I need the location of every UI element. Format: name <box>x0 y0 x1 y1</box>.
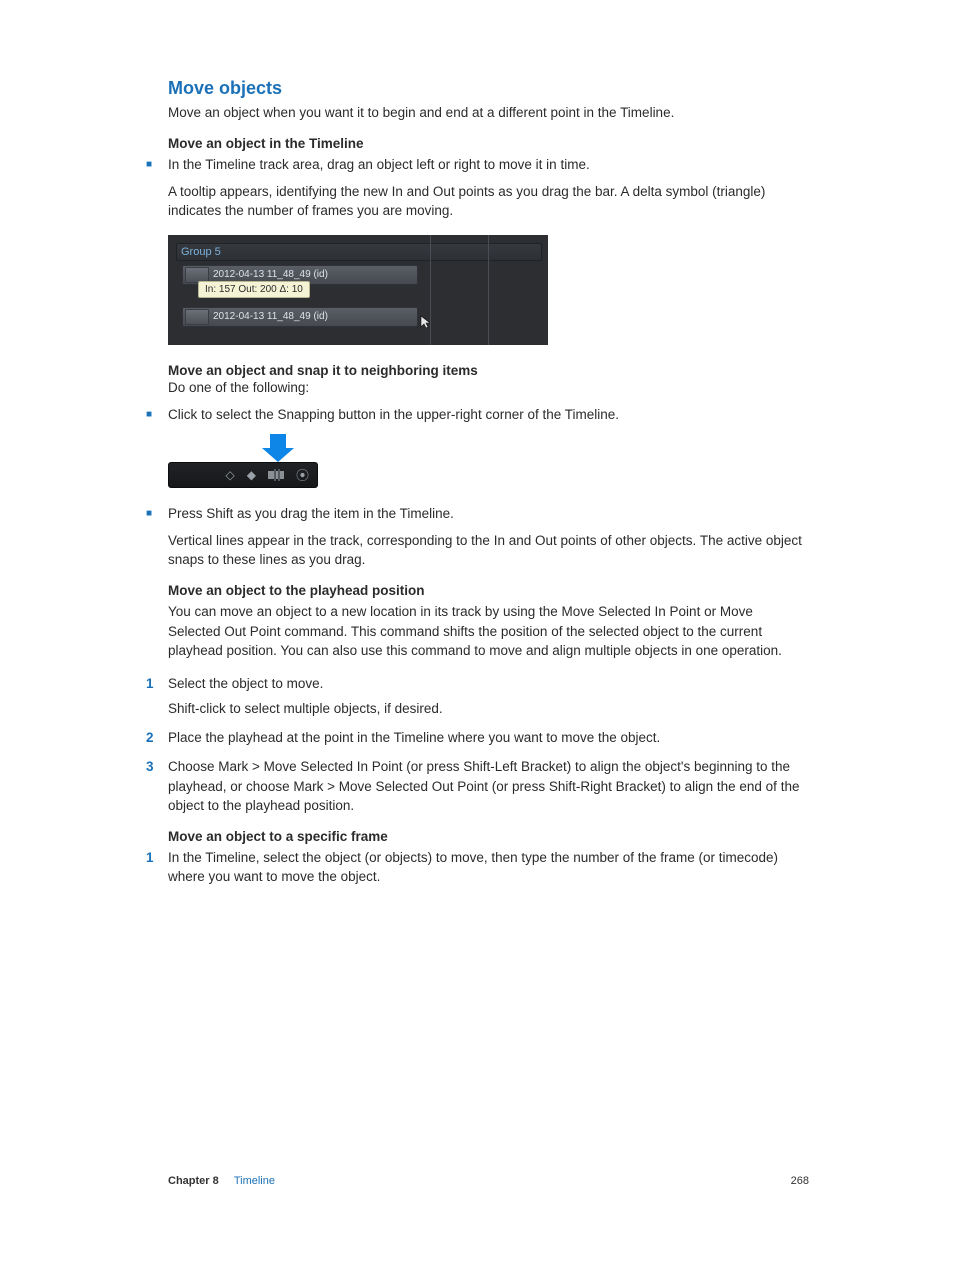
clip-label: 2012-04-13 11_48_49 (id) <box>213 311 328 322</box>
step-item: 1 In the Timeline, select the object (or… <box>168 848 809 886</box>
grid-line <box>430 235 431 345</box>
figure-snapping-button: ◇ ◆ ⦿ <box>168 434 318 488</box>
step-text: Choose Mark > Move Selected In Point (or… <box>168 757 809 814</box>
snapping-button-icon <box>268 471 284 479</box>
paragraph: You can move an object to a new location… <box>168 602 809 659</box>
keyframe-diamond-icon: ◆ <box>247 468 256 482</box>
subhead-playhead: Move an object to the playhead position <box>168 583 809 598</box>
subhead-specific-frame: Move an object to a specific frame <box>168 829 809 844</box>
lead-text: Do one of the following: <box>168 378 809 397</box>
bullet-text: Click to select the Snapping button in t… <box>168 405 619 424</box>
chapter-label: Chapter 8 <box>168 1175 219 1187</box>
timeline-toolbar: ◇ ◆ ⦿ <box>168 462 318 488</box>
subhead-move-in-timeline: Move an object in the Timeline <box>168 136 809 151</box>
page-footer: Chapter 8 Timeline 268 <box>168 1175 809 1187</box>
page-number: 268 <box>791 1175 809 1187</box>
clip-label: 2012-04-13 11_48_49 (id) <box>213 269 328 280</box>
step-text: Select the object to move. <box>168 674 323 693</box>
grid-line <box>488 235 489 345</box>
drag-tooltip: In: 157 Out: 200 Δ: 10 <box>198 281 310 298</box>
section-title: Move objects <box>168 78 809 99</box>
step-item: 3 Choose Mark > Move Selected In Point (… <box>168 757 809 814</box>
intro-paragraph: Move an object when you want it to begin… <box>168 103 809 122</box>
page: Move objects Move an object when you wan… <box>0 0 954 1265</box>
step-number: 1 <box>146 848 168 867</box>
bullet-text: In the Timeline track area, drag an obje… <box>168 155 590 174</box>
clip-thumbnail-icon <box>185 309 209 325</box>
subhead-snap: Move an object and snap it to neighborin… <box>168 363 809 378</box>
bullet-item: ■ Press Shift as you drag the item in th… <box>168 504 809 523</box>
step-text: Place the playhead at the point in the T… <box>168 728 660 747</box>
paragraph: A tooltip appears, identifying the new I… <box>168 182 809 220</box>
step-text: In the Timeline, select the object (or o… <box>168 848 809 886</box>
bullet-icon: ■ <box>146 405 168 424</box>
figure-timeline-drag: Group 5 2012-04-13 11_48_49 (id) In: 157… <box>168 235 548 345</box>
footer-left: Chapter 8 Timeline <box>168 1175 275 1187</box>
timeline-clip: 2012-04-13 11_48_49 (id) <box>182 307 418 327</box>
zoom-icon: ⦿ <box>296 465 309 484</box>
step-number: 3 <box>146 757 168 776</box>
keyframe-diamond-icon: ◇ <box>226 468 235 482</box>
step-item: 2 Place the playhead at the point in the… <box>168 728 809 747</box>
arrow-down-icon <box>260 434 296 462</box>
step-item: 1 Select the object to move. <box>168 674 809 693</box>
bullet-text: Press Shift as you drag the item in the … <box>168 504 454 523</box>
bullet-item: ■ Click to select the Snapping button in… <box>168 405 809 424</box>
bullet-item: ■ In the Timeline track area, drag an ob… <box>168 155 809 174</box>
step-subtext: Shift-click to select multiple objects, … <box>168 699 809 718</box>
bullet-icon: ■ <box>146 155 168 174</box>
bullet-icon: ■ <box>146 504 168 523</box>
paragraph: Vertical lines appear in the track, corr… <box>168 531 809 569</box>
step-number: 1 <box>146 674 168 693</box>
chapter-name: Timeline <box>234 1175 275 1187</box>
step-number: 2 <box>146 728 168 747</box>
